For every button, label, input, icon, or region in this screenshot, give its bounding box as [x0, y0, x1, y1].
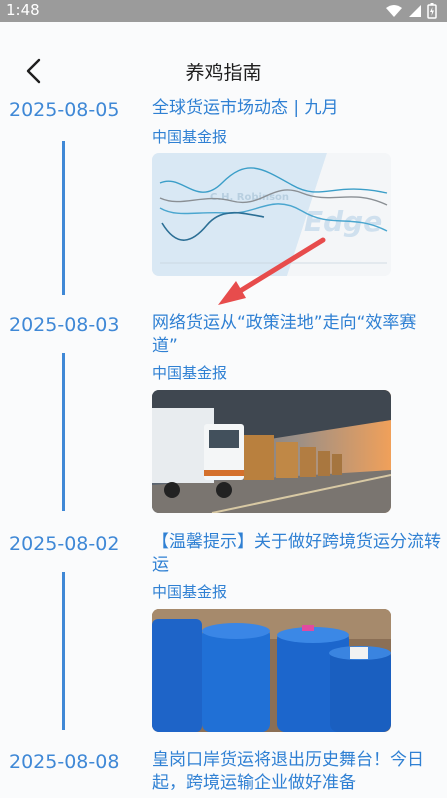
status-icons [385, 2, 437, 20]
list-item[interactable]: 2025-08-02 【温馨提示】关于做好跨境货运分流转运 中国基金报 [0, 530, 447, 745]
status-time: 1:48 [6, 1, 40, 19]
signal-icon [409, 5, 421, 17]
list-item[interactable]: 2025-08-05 全球货运市场动态 | 九月 中国基金报 C.H. Robi… [0, 96, 447, 302]
article-source: 中国基金报 [152, 583, 228, 601]
article-headline[interactable]: 【温馨提示】关于做好跨境货运分流转运 [152, 531, 442, 577]
battery-icon [427, 3, 437, 19]
article-date: 2025-08-03 [9, 314, 120, 336]
article-source: 中国基金报 [152, 364, 228, 382]
page-title: 养鸡指南 [185, 62, 262, 84]
article-headline[interactable]: 网络货运从“政策洼地”走向“效率赛道” [152, 312, 442, 358]
timeline-line [62, 353, 65, 511]
list-item[interactable]: 2025-08-03 网络货运从“政策洼地”走向“效率赛道” 中国基金报 [0, 311, 447, 526]
article-timeline[interactable]: 2025-08-05 全球货运市场动态 | 九月 中国基金报 C.H. Robi… [0, 96, 447, 798]
article-date: 2025-08-08 [9, 751, 120, 773]
status-bar: 1:48 [0, 0, 447, 22]
article-thumbnail[interactable] [152, 390, 391, 513]
article-date: 2025-08-05 [9, 99, 120, 121]
article-date: 2025-08-02 [9, 533, 120, 555]
list-item[interactable]: 2025-08-08 皇岗口岸货运将退出历史舞台！今日起，跨境运输企业做好准备 [0, 748, 447, 798]
timeline-line [62, 141, 65, 295]
article-thumbnail[interactable] [152, 609, 391, 732]
timeline-line [62, 572, 65, 730]
article-headline[interactable]: 全球货运市场动态 | 九月 [152, 97, 442, 120]
article-headline[interactable]: 皇岗口岸货运将退出历史舞台！今日起，跨境运输企业做好准备 [152, 749, 442, 795]
article-thumbnail[interactable]: C.H. Robinson Edge [152, 153, 391, 276]
wifi-icon [386, 5, 402, 17]
article-source: 中国基金报 [152, 128, 228, 146]
